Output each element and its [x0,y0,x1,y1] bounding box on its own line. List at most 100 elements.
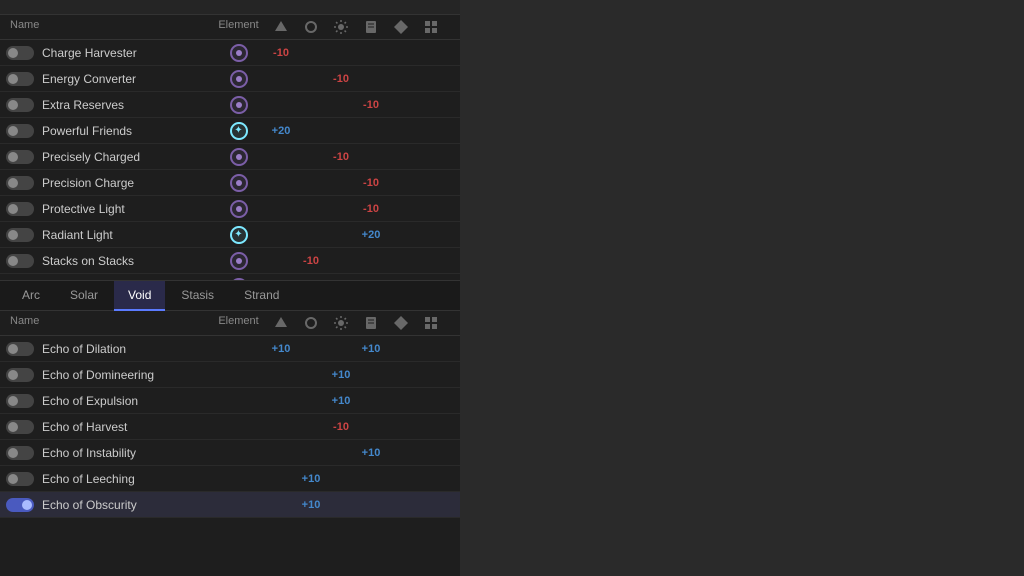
val-cell: -10 [356,203,386,215]
toggle-switch[interactable] [6,368,34,382]
element-cell [211,70,266,88]
toggle-switch[interactable] [6,446,34,460]
bottom-header-col-2-icon [296,315,326,331]
tab-strand[interactable]: Strand [230,281,293,311]
toggle-switch[interactable] [6,342,34,356]
element-cell [211,252,266,270]
val-cell: -10 [266,47,296,59]
row-name-cell: Protective Light [6,202,211,216]
toggle-switch[interactable] [6,202,34,216]
row-name: Precisely Charged [42,150,140,164]
val-cell: +10 [326,395,356,407]
element-cell [211,44,266,62]
tab-arc[interactable]: Arc [8,281,54,311]
bottom-header-col-4-icon [356,315,386,331]
table-row: Charge Harvester -10 [0,40,460,66]
row-name-cell: Echo of Dilation [6,342,211,356]
bottom-header-element: Element [211,315,266,331]
element-cell [211,174,266,192]
row-name-cell: Echo of Domineering [6,368,211,382]
toggle-switch[interactable] [6,498,34,512]
row-name: Charge Harvester [42,46,137,60]
arc-element-icon: ✦ [230,226,248,244]
toggle-switch[interactable] [6,72,34,86]
header-element: Element [211,19,266,35]
void-element-icon [230,70,248,88]
row-name-cell: Extra Reserves [6,98,211,112]
element-cell: ✦ [211,226,266,244]
header-col-2-icon [296,19,326,35]
header-col-1-icon [266,19,296,35]
table-row: Precision Charge -10 [0,170,460,196]
row-name: Echo of Obscurity [42,498,137,512]
table-row: Echo of Leeching +10 [0,466,460,492]
row-name-cell: Energy Converter [6,72,211,86]
row-name: Precision Charge [42,176,134,190]
toggle-switch[interactable] [6,150,34,164]
row-name: Radiant Light [42,228,113,242]
toggle-switch[interactable] [6,124,34,138]
tab-solar[interactable]: Solar [56,281,112,311]
row-name-cell: Stacks on Stacks [6,254,211,268]
val-cell: +20 [266,125,296,137]
header-name: Name [6,19,211,35]
table-row: Extra Reserves -10 [0,92,460,118]
void-element-icon [230,96,248,114]
table-row: Protective Light -10 [0,196,460,222]
right-panel [460,0,1024,576]
tabs-section: ArcSolarVoidStasisStrand [0,280,460,311]
row-name-cell: Echo of Harvest [6,420,211,434]
table-row: Echo of Expulsion +10 [0,388,460,414]
table-row: Echo of Harvest -10 [0,414,460,440]
left-panel: Name Element Charge Harvester [0,0,460,576]
bottom-items-list: Echo of Dilation +10+10 Echo of Domineer… [0,336,460,576]
void-element-icon [230,44,248,62]
tab-stasis[interactable]: Stasis [167,281,228,311]
bottom-table-header: Name Element [0,311,460,336]
val-cell: -10 [326,73,356,85]
arc-element-icon: ✦ [230,122,248,140]
panel-title [0,0,460,15]
bottom-header-col-3-icon [326,315,356,331]
row-name: Echo of Harvest [42,420,127,434]
bottom-header-col-1-icon [266,315,296,331]
row-name-cell: Charge Harvester [6,46,211,60]
row-name-cell: Precision Charge [6,176,211,190]
element-cell [211,96,266,114]
val-cell: +10 [296,499,326,511]
row-name: Powerful Friends [42,124,132,138]
header-col-6-icon [416,19,446,35]
table-row: Echo of Dilation +10+10 [0,336,460,362]
bottom-header-col-5-icon [386,315,416,331]
row-name: Energy Converter [42,72,136,86]
toggle-switch[interactable] [6,394,34,408]
val-cell: +10 [356,447,386,459]
row-name-cell: Echo of Obscurity [6,498,211,512]
table-row: Echo of Instability +10 [0,440,460,466]
row-name-cell: Echo of Instability [6,446,211,460]
row-name: Echo of Expulsion [42,394,138,408]
void-element-icon [230,174,248,192]
void-element-icon [230,252,248,270]
toggle-switch[interactable] [6,228,34,242]
element-cell [211,148,266,166]
toggle-switch[interactable] [6,420,34,434]
toggle-switch[interactable] [6,254,34,268]
row-name-cell: Echo of Leeching [6,472,211,486]
table-row: Echo of Obscurity +10 [0,492,460,518]
toggle-switch[interactable] [6,472,34,486]
val-cell: +10 [356,343,386,355]
row-name: Echo of Dilation [42,342,126,356]
tab-void[interactable]: Void [114,281,165,311]
toggle-switch[interactable] [6,46,34,60]
row-name: Protective Light [42,202,125,216]
toggle-switch[interactable] [6,176,34,190]
val-cell: -10 [326,421,356,433]
row-name-cell: Echo of Expulsion [6,394,211,408]
element-cell: ✦ [211,122,266,140]
table-row: Echo of Domineering +10 [0,362,460,388]
toggle-switch[interactable] [6,98,34,112]
row-name: Echo of Leeching [42,472,135,486]
table-row: Energy Converter -10 [0,66,460,92]
row-name-cell: Radiant Light [6,228,211,242]
